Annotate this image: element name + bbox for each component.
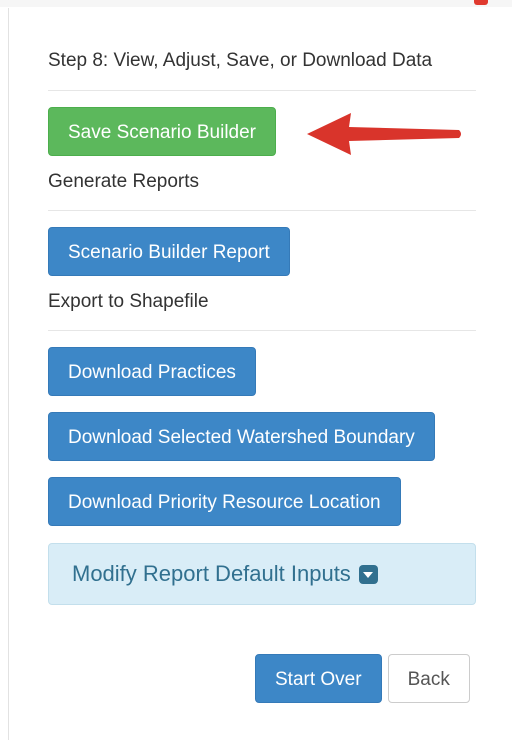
generate-reports-label: Generate Reports [48,171,200,192]
step-title: Step 8: View, Adjust, Save, or Download … [48,50,433,71]
footer-buttons: Start Over Back [255,654,470,703]
caret-square-down-icon [358,564,378,584]
close-mark-icon [474,0,488,5]
download-practices-button[interactable]: Download Practices [48,347,256,396]
modify-report-defaults-toggle[interactable]: Modify Report Default Inputs [48,543,476,605]
scenario-builder-page: Step 8: View, Adjust, Save, or Download … [0,0,512,740]
modify-report-defaults-label: Modify Report Default Inputs [72,561,351,586]
scenario-builder-report-button[interactable]: Scenario Builder Report [48,227,290,276]
download-priority-resource-button[interactable]: Download Priority Resource Location [48,477,401,526]
panel-left-border [8,8,9,740]
divider [48,210,476,211]
top-strip [0,0,512,7]
back-button[interactable]: Back [387,654,470,703]
divider [48,90,476,91]
start-over-button[interactable]: Start Over [255,654,382,703]
download-watershed-boundary-button[interactable]: Download Selected Watershed Boundary [48,412,435,461]
export-shapefile-label: Export to Shapefile [48,291,209,312]
divider [48,330,476,331]
annotation-arrow-icon [307,113,461,155]
save-scenario-builder-button[interactable]: Save Scenario Builder [48,107,276,156]
